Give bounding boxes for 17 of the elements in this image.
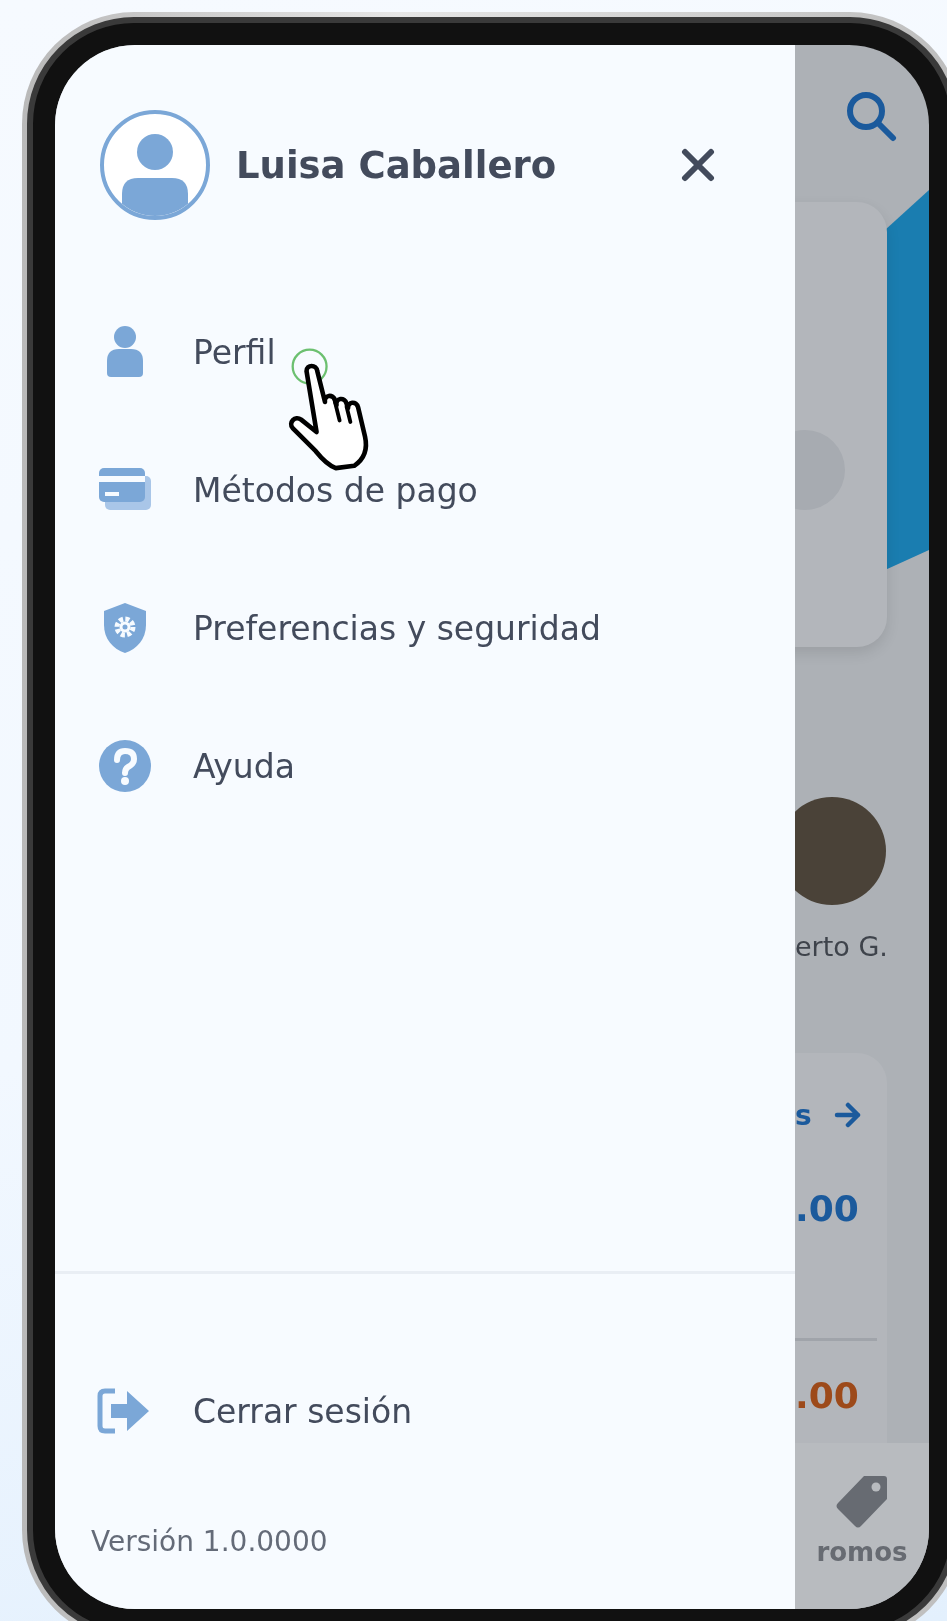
shield-gear-icon <box>102 601 148 655</box>
menu-item[interactable]: Preferencias y seguridad <box>193 608 601 648</box>
contact-name: erto G. <box>795 930 889 964</box>
user-name: Luisa Caballero <box>236 143 558 187</box>
help-icon <box>98 739 152 793</box>
menu-item[interactable]: Métodos de pago <box>193 470 478 510</box>
version-text: Versión 1.0.0000 <box>91 1524 329 1560</box>
person-icon <box>105 325 145 379</box>
menu-item[interactable]: Perfil <box>193 332 276 372</box>
amount-text: .00 <box>795 1187 860 1231</box>
logout-item[interactable]: Cerrar sesión <box>193 1391 413 1431</box>
amount-text: .00 <box>795 1374 860 1418</box>
close-icon[interactable] <box>681 148 715 182</box>
menu-item[interactable]: Ayuda <box>193 746 295 786</box>
arrow-right-icon[interactable] <box>833 1102 862 1128</box>
tag-icon[interactable] <box>834 1473 890 1529</box>
search-icon[interactable] <box>845 90 897 142</box>
